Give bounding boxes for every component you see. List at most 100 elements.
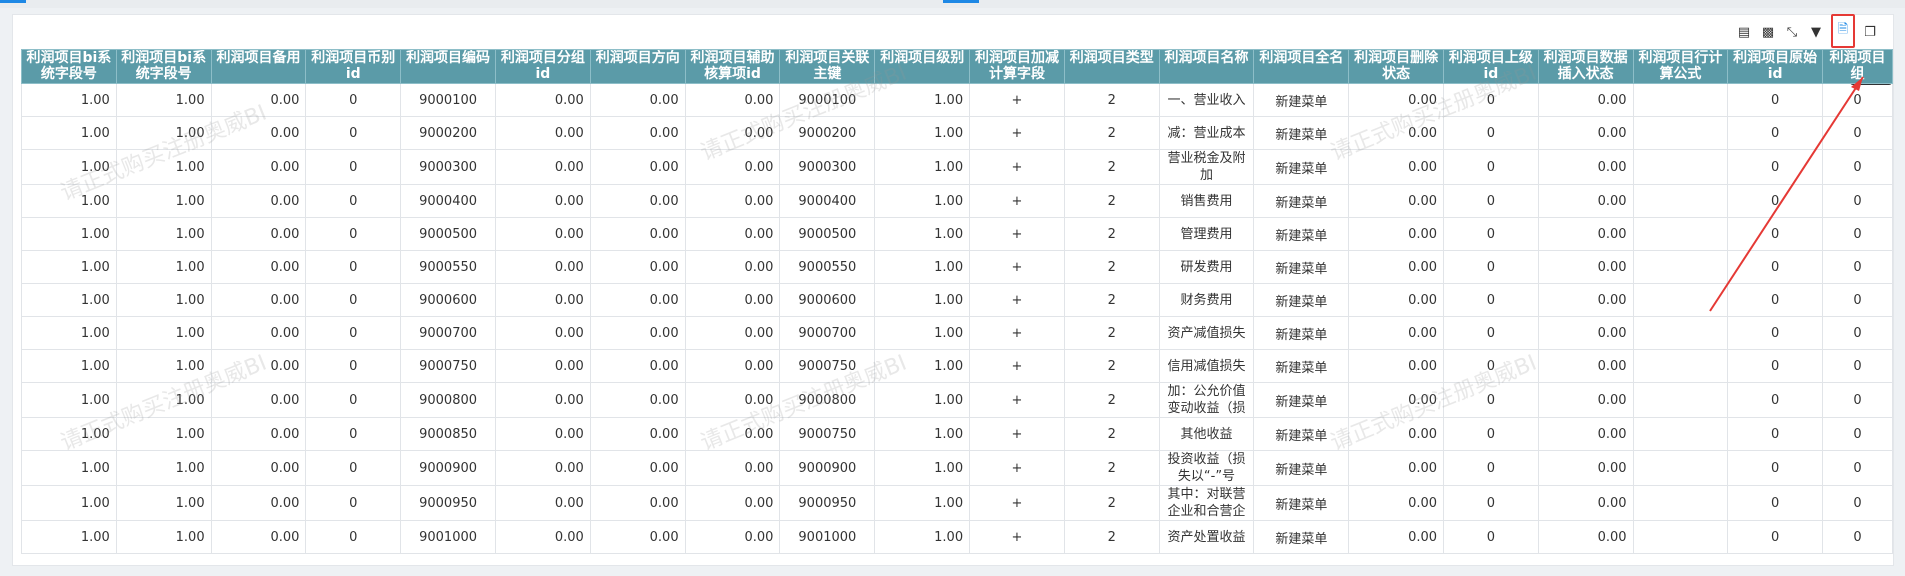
column-header[interactable]: 利润项目行计算公式 <box>1632 49 1729 84</box>
table-cell: 0 <box>1443 349 1539 383</box>
table-cell: + <box>969 382 1065 418</box>
table-cell <box>1632 520 1729 554</box>
table-cell: + <box>969 116 1065 150</box>
column-header[interactable]: 利润项目方向 <box>589 49 686 84</box>
table-cell: 0.00 <box>684 250 781 284</box>
table-cell: 9000950 <box>400 485 497 521</box>
table-row[interactable]: 1.00 1.00 0.00 0 9000700 0.00 0.00 0.00 9000700 1… <box>21 316 1893 350</box>
table-row[interactable]: 1.00 1.00 0.00 0 9000200 0.00 0.00 0.00 9000200 1… <box>21 116 1893 150</box>
table-row[interactable]: 1.00 1.00 0.00 0 9000400 0.00 0.00 0.00 9000400 1… <box>21 184 1893 218</box>
table-cell: 2 <box>1063 184 1160 218</box>
table-cell: 0.00 <box>1348 485 1445 521</box>
column-header[interactable]: 利润项目辅助核算项id <box>684 49 781 84</box>
table-cell: 新建菜单 <box>1253 485 1350 521</box>
column-header[interactable]: 利润项目分组id <box>495 49 591 84</box>
table-cell: 1.00 <box>115 417 212 451</box>
table-cell: 2 <box>1063 217 1160 251</box>
table-cell: 0.00 <box>684 382 781 418</box>
table-cell: 1.00 <box>874 83 971 117</box>
table-cell: 0.00 <box>684 83 781 117</box>
table-cell: 0 <box>1727 184 1824 218</box>
table-cell: 1.00 <box>21 349 117 383</box>
table-row[interactable]: 1.00 1.00 0.00 0 9000300 0.00 0.00 0.00 9000300 1… <box>21 149 1893 185</box>
table-cell: 信用减值损失 <box>1158 349 1255 383</box>
filter-icon[interactable]: ▼ <box>1807 23 1825 41</box>
table-cell: 0 <box>1443 149 1539 185</box>
table-cell: 0.00 <box>495 283 591 317</box>
table-cell: 0 <box>1443 316 1539 350</box>
table-cell: 1.00 <box>874 349 971 383</box>
table-cell: 1.00 <box>21 520 117 554</box>
table-cell <box>1632 316 1729 350</box>
table-cell: 0.00 <box>1537 149 1634 185</box>
table-row[interactable]: 1.00 1.00 0.00 0 9000550 0.00 0.00 0.00 9000550 1… <box>21 250 1893 284</box>
table-cell: 1.00 <box>115 316 212 350</box>
column-header[interactable]: 利润项目全名 <box>1253 49 1350 84</box>
column-header[interactable]: 利润项目加减计算字段 <box>969 49 1065 84</box>
table-row[interactable]: 1.00 1.00 0.00 0 9000500 0.00 0.00 0.00 9000500 1… <box>21 217 1893 251</box>
table-cell: 1.00 <box>21 382 117 418</box>
table-row[interactable]: 1.00 1.00 0.00 0 9000950 0.00 0.00 0.00 9000950 1… <box>21 485 1893 521</box>
column-header[interactable]: 利润项目上级id <box>1443 49 1539 84</box>
table-cell: 0.00 <box>1537 417 1634 451</box>
table-cell: 0 <box>1727 83 1824 117</box>
table-cell: 0.00 <box>495 116 591 150</box>
table-row[interactable]: 1.00 1.00 0.00 0 9000800 0.00 0.00 0.00 9000800 1… <box>21 382 1893 418</box>
column-header[interactable]: 利润项目bi系统字段号 <box>21 49 117 84</box>
table-cell: + <box>969 217 1065 251</box>
table-cell: 2 <box>1063 450 1160 486</box>
table-cell: 财务费用 <box>1158 283 1255 317</box>
layout-icon[interactable]: ▩ <box>1759 23 1777 41</box>
table-cell: 减：营业成本 <box>1158 116 1255 150</box>
table-cell: 其中：对联营企业和合营企 <box>1158 485 1255 521</box>
table-cell <box>1632 217 1729 251</box>
export-icon[interactable]: 🗎 <box>1831 14 1855 48</box>
table-cell: 0.00 <box>1537 116 1634 150</box>
table-cell: 0.00 <box>684 417 781 451</box>
column-header[interactable]: 利润项目删除状态 <box>1348 49 1445 84</box>
expand-icon[interactable]: ⤡ <box>1783 23 1801 41</box>
table-cell <box>1632 283 1729 317</box>
table-cell: 0 <box>1822 382 1893 418</box>
table-cell: 0.00 <box>495 217 591 251</box>
table-cell: 0 <box>1443 485 1539 521</box>
table-row[interactable]: 1.00 1.00 0.00 0 9000750 0.00 0.00 0.00 9000750 1… <box>21 349 1893 383</box>
table-cell: 0.00 <box>589 450 686 486</box>
column-header[interactable]: 利润项目组 <box>1822 49 1893 84</box>
table-cell: 0 <box>305 382 402 418</box>
table-cell: 0 <box>305 417 402 451</box>
table-cell: 0.00 <box>1537 250 1634 284</box>
column-header[interactable]: 利润项目类型 <box>1063 49 1160 84</box>
column-header[interactable]: 利润项目关联主键 <box>779 49 876 84</box>
table-cell: 2 <box>1063 349 1160 383</box>
column-header[interactable]: 利润项目编码 <box>400 49 497 84</box>
table-row[interactable]: 1.00 1.00 0.00 0 9000850 0.00 0.00 0.00 9000750 1… <box>21 417 1893 451</box>
table-row[interactable]: 1.00 1.00 0.00 0 9000100 0.00 0.00 0.00 9000100 1… <box>21 83 1893 117</box>
table-row[interactable]: 1.00 1.00 0.00 0 9001000 0.00 0.00 0.00 9001000 1… <box>21 520 1893 554</box>
table-cell: + <box>969 520 1065 554</box>
table-cell: 0 <box>1822 485 1893 521</box>
column-header[interactable]: 利润项目bi系统字段号 <box>115 49 212 84</box>
table-cell: 9000300 <box>779 149 876 185</box>
table-cell: 0.00 <box>495 450 591 486</box>
table-row[interactable]: 1.00 1.00 0.00 0 9000600 0.00 0.00 0.00 9000600 1… <box>21 283 1893 317</box>
table-cell: 0 <box>305 149 402 185</box>
column-header[interactable]: 利润项目名称 <box>1158 49 1255 84</box>
column-header[interactable]: 利润项目数据插入状态 <box>1537 49 1634 84</box>
table-icon[interactable]: ▤ <box>1735 23 1753 41</box>
table-cell: 0.00 <box>210 116 307 150</box>
copy-icon[interactable]: ❐ <box>1861 23 1879 41</box>
table-cell: 9000950 <box>779 485 876 521</box>
table-cell: 0.00 <box>495 485 591 521</box>
column-header[interactable]: 利润项目备用 <box>210 49 307 84</box>
table-row[interactable]: 1.00 1.00 0.00 0 9000900 0.00 0.00 0.00 9000900 1… <box>21 450 1893 486</box>
table-cell: 0.00 <box>589 485 686 521</box>
table-cell: 0.00 <box>210 283 307 317</box>
table-cell: 0 <box>305 283 402 317</box>
table-cell: 0 <box>305 316 402 350</box>
table-cell: 9000900 <box>400 450 497 486</box>
column-header[interactable]: 利润项目级别 <box>874 49 971 84</box>
column-header[interactable]: 利润项目原始id <box>1727 49 1824 84</box>
column-header[interactable]: 利润项目币别id <box>305 49 402 84</box>
table-cell <box>1632 250 1729 284</box>
